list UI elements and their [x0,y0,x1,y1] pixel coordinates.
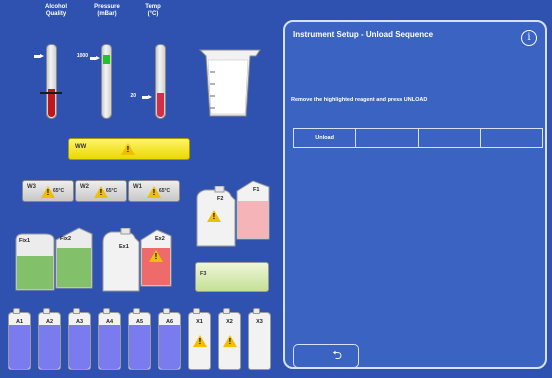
container-label: Fix2 [60,236,72,242]
wax-unit-temp: 65°C [106,188,118,194]
wax-unit-temp: 65°C [53,188,65,194]
reagent-bottle-a2[interactable]: A2 [38,308,61,370]
container-label: Fix1 [19,238,31,244]
wax-unit-w3[interactable]: W3 ! 65°C [22,180,74,202]
bottle-fill [39,325,60,369]
reagent-bottle-a4[interactable]: A4 [98,308,121,370]
alcohol-quality-gauge [46,44,57,119]
flush-f1[interactable]: F1 [235,179,271,241]
fixative-fix2[interactable]: Fix2 [55,226,93,290]
wax-unit-label: W3 [27,184,36,190]
warning-icon: ! [121,143,135,155]
flush-f2[interactable]: F2 ! [195,185,237,248]
reagent-bottle-x3[interactable]: X3 [248,308,271,370]
sequence-cell[interactable] [356,129,419,147]
info-icon[interactable]: i [521,30,537,46]
bottle-neck [43,308,50,314]
bottle-label: A5 [135,319,144,325]
sequence-cell[interactable] [481,129,542,147]
fixative-fix1[interactable]: Fix1 [15,230,55,292]
bottle-label: X3 [256,319,263,325]
container-label: F2 [217,196,224,202]
reagent-bottle-x1[interactable]: X1! [188,308,211,370]
back-button[interactable]: ⮌ [293,344,359,368]
sequence-cell[interactable] [419,129,481,147]
bottle-neck [73,308,80,314]
waste-wax-bath[interactable]: WW ! [68,138,190,160]
temp-value: 20 [130,93,136,99]
temp-label: Temp (°C) [145,4,161,17]
bottle-fill [129,325,150,369]
bottle-neck [253,308,260,314]
wax-unit-label: W2 [80,184,89,190]
bottle-neck [133,308,140,314]
reagent-bottle-a6[interactable]: A6 [158,308,181,370]
exchange-ex2[interactable]: Ex2 ! [139,228,173,288]
bottle-label: A1 [15,319,24,325]
bottle-label: A3 [75,319,84,325]
wax-unit-label: W1 [133,184,142,190]
temp-level-fill [157,93,164,117]
wax-unit-temp: 65°C [159,188,171,194]
bottle-label: A4 [105,319,114,325]
bottle-label: A2 [45,319,54,325]
wax-unit-w2[interactable]: W2 ! 65°C [75,180,127,202]
reagent-bottle-a1[interactable]: A1 [8,308,31,370]
sequence-row: Unload [293,128,543,148]
bottle-neck [223,308,230,314]
exchange-ex1[interactable]: Ex1 [101,227,141,293]
bottle-neck [193,308,200,314]
beaker-icon [196,42,264,122]
reagent-bottle-a5[interactable]: A5 [128,308,151,370]
wax-unit-w1[interactable]: W1 ! 65°C [128,180,180,202]
bottle-fill [159,325,180,369]
reagent-bottle-a3[interactable]: A3 [68,308,91,370]
instrument-screen: Alcohol Quality Pressure (mBar) Temp (°C… [0,0,552,378]
waste-wax-label: WW [75,144,87,150]
return-arrow-icon: ⮌ [332,348,342,362]
alcohol-arrow-icon [34,54,44,59]
alcohol-threshold-mark [40,92,62,94]
sequence-cell-unload[interactable]: Unload [294,129,357,147]
bottle-fill [69,325,90,369]
warning-icon: ! [223,335,237,347]
bottle-fill [9,325,30,369]
bottle-neck [163,308,170,314]
panel-title: Instrument Setup - Unload Sequence [293,30,434,39]
temp-arrow-icon [142,95,152,100]
pressure-gauge [101,44,112,119]
alcohol-quality-label: Alcohol Quality [45,4,67,17]
bottle-label: X2 [226,319,233,325]
instruction-message: Remove the highlighted reagent and press… [291,97,428,103]
container-label: F1 [253,187,260,193]
bottle-fill [99,325,120,369]
warning-icon: ! [193,335,207,347]
container-label: F3 [200,271,207,277]
warning-icon: ! [149,250,163,262]
bottle-label: A6 [165,319,174,325]
container-label: Ex1 [119,244,129,250]
flush-f3[interactable]: F3 [195,262,269,292]
unload-sequence-panel: Instrument Setup - Unload Sequence i Rem… [283,20,547,369]
temp-gauge [155,44,166,119]
pressure-level-fill [103,55,110,64]
warning-icon: ! [207,210,221,222]
reagent-bottle-x2[interactable]: X2! [218,308,241,370]
bottle-neck [13,308,20,314]
bottle-label: X1 [196,319,203,325]
pressure-value: 1000 [76,53,88,59]
container-label: Ex2 [155,236,165,242]
pressure-label: Pressure (mBar) [94,4,120,17]
bottle-neck [103,308,110,314]
pressure-arrow-icon [90,56,100,61]
